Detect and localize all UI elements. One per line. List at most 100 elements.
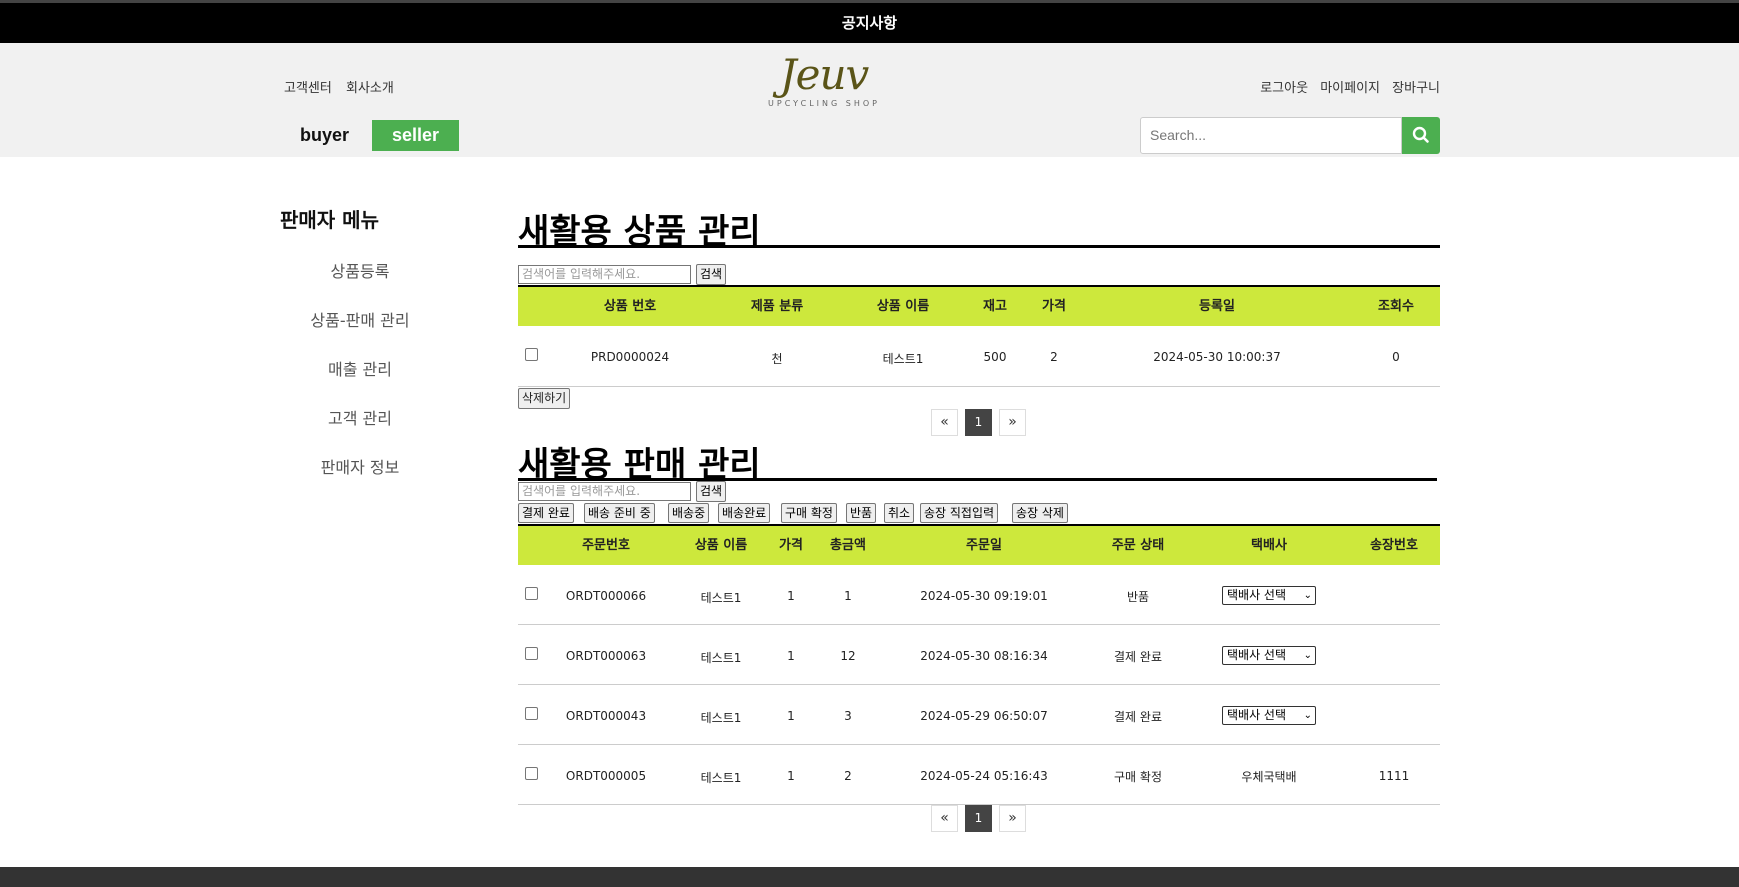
table-row[interactable]: PRD0000024 천 테스트1 500 2 2024-05-30 10:00… bbox=[518, 326, 1440, 387]
link-cart[interactable]: 장바구니 bbox=[1392, 81, 1440, 96]
site-logo[interactable]: Jeuv UPCYCLING SHOP bbox=[762, 51, 886, 109]
products-search-button[interactable]: 검색 bbox=[696, 264, 727, 285]
order-product: 테스트1 bbox=[700, 771, 742, 785]
seller-mode-button[interactable]: seller bbox=[372, 120, 459, 151]
order-id: ORDT000005 bbox=[565, 769, 647, 783]
orders-table-header: 주문번호 상품 이름 가격 총금액 주문일 주문 상태 택배사 송장번호 bbox=[518, 524, 1440, 565]
courier-select[interactable]: 택배사 선택 ⌄ bbox=[1222, 586, 1316, 605]
row-checkbox[interactable] bbox=[525, 647, 538, 660]
product-views: 0 bbox=[1392, 350, 1400, 364]
product-stock: 500 bbox=[983, 350, 1007, 364]
courier-select[interactable]: 택배사 선택 ⌄ bbox=[1222, 646, 1316, 665]
col-courier: 택배사 bbox=[1251, 538, 1287, 553]
notice-bar[interactable]: 공지사항 bbox=[0, 0, 1739, 43]
orders-search-button[interactable]: 검색 bbox=[696, 481, 727, 502]
action-invoice-delete[interactable]: 송장 삭제 bbox=[1012, 503, 1068, 523]
action-cancel[interactable]: 취소 bbox=[884, 503, 915, 523]
chevron-down-icon: ⌄ bbox=[1303, 650, 1312, 661]
order-price: 1 bbox=[787, 649, 795, 663]
pager-next[interactable]: » bbox=[999, 409, 1026, 436]
row-checkbox[interactable] bbox=[525, 587, 538, 600]
row-checkbox[interactable] bbox=[525, 707, 538, 720]
pager-prev[interactable]: « bbox=[931, 805, 958, 832]
pager-page-1[interactable]: 1 bbox=[965, 409, 992, 436]
order-date: 2024-05-29 06:50:07 bbox=[920, 709, 1048, 723]
col-order-price: 가격 bbox=[779, 538, 803, 553]
order-price: 1 bbox=[787, 709, 795, 723]
col-product-name: 상품 이름 bbox=[876, 299, 930, 314]
product-price: 2 bbox=[1050, 350, 1058, 364]
site-search-button[interactable] bbox=[1402, 117, 1440, 154]
col-order-total: 총금액 bbox=[830, 538, 866, 553]
sidebar-title: 판매자 메뉴 bbox=[280, 208, 379, 232]
order-total: 3 bbox=[844, 709, 852, 723]
sidebar-item-product-sales[interactable]: 상품-판매 관리 bbox=[280, 307, 440, 331]
action-return[interactable]: 반품 bbox=[846, 503, 877, 523]
sidebar-item-product-register[interactable]: 상품등록 bbox=[280, 258, 440, 282]
order-status: 결제 완료 bbox=[1114, 650, 1162, 664]
link-company-intro[interactable]: 회사소개 bbox=[346, 81, 394, 96]
order-tracking: 1111 bbox=[1378, 769, 1410, 783]
pager-prev[interactable]: « bbox=[931, 409, 958, 436]
col-product-id: 상품 번호 bbox=[603, 299, 657, 314]
table-row[interactable]: ORDT000043 테스트1 1 3 2024-05-29 06:50:07 … bbox=[518, 685, 1440, 745]
row-checkbox[interactable] bbox=[525, 767, 538, 780]
header-left-links: 고객센터 회사소개 bbox=[284, 77, 404, 96]
link-customer-center[interactable]: 고객센터 bbox=[284, 81, 332, 96]
site-footer bbox=[0, 867, 1739, 887]
order-status: 구매 확정 bbox=[1114, 770, 1162, 784]
site-search-input[interactable]: Search... bbox=[1140, 117, 1402, 154]
action-purchase-confirm[interactable]: 구매 확정 bbox=[781, 503, 837, 523]
action-delivered[interactable]: 배송완료 bbox=[718, 503, 771, 523]
courier-select[interactable]: 택배사 선택 ⌄ bbox=[1222, 706, 1316, 725]
orders-title-rule bbox=[518, 478, 1437, 481]
buyer-mode-button[interactable]: buyer bbox=[284, 120, 365, 151]
col-views: 조회수 bbox=[1378, 299, 1414, 314]
order-date: 2024-05-30 08:16:34 bbox=[920, 649, 1048, 663]
table-row[interactable]: ORDT000005 테스트1 1 2 2024-05-24 05:16:43 … bbox=[518, 745, 1440, 805]
search-icon bbox=[1412, 126, 1429, 143]
order-product: 테스트1 bbox=[700, 711, 742, 725]
action-shipping[interactable]: 배송중 bbox=[668, 503, 710, 523]
link-mypage[interactable]: 마이페이지 bbox=[1320, 81, 1380, 96]
products-search-input[interactable]: 검색어를 입력해주세요. bbox=[518, 265, 691, 284]
order-product: 테스트1 bbox=[700, 651, 742, 665]
col-stock: 재고 bbox=[983, 299, 1007, 314]
col-price: 가격 bbox=[1042, 299, 1066, 314]
product-reg-date: 2024-05-30 10:00:37 bbox=[1153, 350, 1281, 364]
table-row[interactable]: ORDT000066 테스트1 1 1 2024-05-30 09:19:01 … bbox=[518, 565, 1440, 625]
table-row[interactable]: ORDT000063 테스트1 1 12 2024-05-30 08:16:34… bbox=[518, 625, 1440, 685]
order-action-bar: 결제 완료 배송 준비 중 배송중 배송완료 구매 확정 반품 취소 송장 직접… bbox=[518, 503, 1440, 523]
logo-subtitle: UPCYCLING SHOP bbox=[768, 99, 880, 108]
pager-page-1[interactable]: 1 bbox=[965, 805, 992, 832]
action-preparing-shipment[interactable]: 배송 준비 중 bbox=[584, 503, 655, 523]
action-invoice-input[interactable]: 송장 직접입력 bbox=[920, 503, 999, 523]
products-title-rule bbox=[518, 245, 1440, 248]
col-order-id: 주문번호 bbox=[582, 538, 630, 553]
product-name: 테스트1 bbox=[882, 352, 924, 366]
pager-next[interactable]: » bbox=[999, 805, 1026, 832]
row-checkbox[interactable] bbox=[525, 348, 538, 361]
link-logout[interactable]: 로그아웃 bbox=[1260, 81, 1308, 96]
sidebar-item-customers[interactable]: 고객 관리 bbox=[280, 405, 440, 429]
order-total: 1 bbox=[844, 589, 852, 603]
delete-button[interactable]: 삭제하기 bbox=[518, 388, 571, 409]
chevron-down-icon: ⌄ bbox=[1303, 590, 1312, 601]
col-tracking: 송장번호 bbox=[1370, 538, 1418, 553]
product-category: 천 bbox=[771, 352, 783, 366]
courier-select-value: 택배사 선택 bbox=[1227, 648, 1287, 662]
orders-search-input[interactable]: 검색어를 입력해주세요. bbox=[518, 482, 691, 501]
order-total: 12 bbox=[840, 649, 856, 663]
col-order-date: 주문일 bbox=[966, 538, 1002, 553]
sidebar-item-seller-info[interactable]: 판매자 정보 bbox=[280, 454, 440, 478]
notice-label[interactable]: 공지사항 bbox=[842, 14, 897, 32]
order-status: 결제 완료 bbox=[1114, 710, 1162, 724]
site-header: 고객센터 회사소개 Jeuv UPCYCLING SHOP 로그아웃 마이페이지… bbox=[0, 43, 1739, 157]
order-status: 반품 bbox=[1126, 590, 1150, 604]
sidebar-item-revenue[interactable]: 매출 관리 bbox=[280, 356, 440, 380]
order-date: 2024-05-30 09:19:01 bbox=[920, 589, 1048, 603]
product-id: PRD0000024 bbox=[590, 350, 670, 364]
action-payment-complete[interactable]: 결제 완료 bbox=[518, 503, 574, 523]
order-id: ORDT000063 bbox=[565, 649, 647, 663]
col-reg-date: 등록일 bbox=[1199, 299, 1235, 314]
